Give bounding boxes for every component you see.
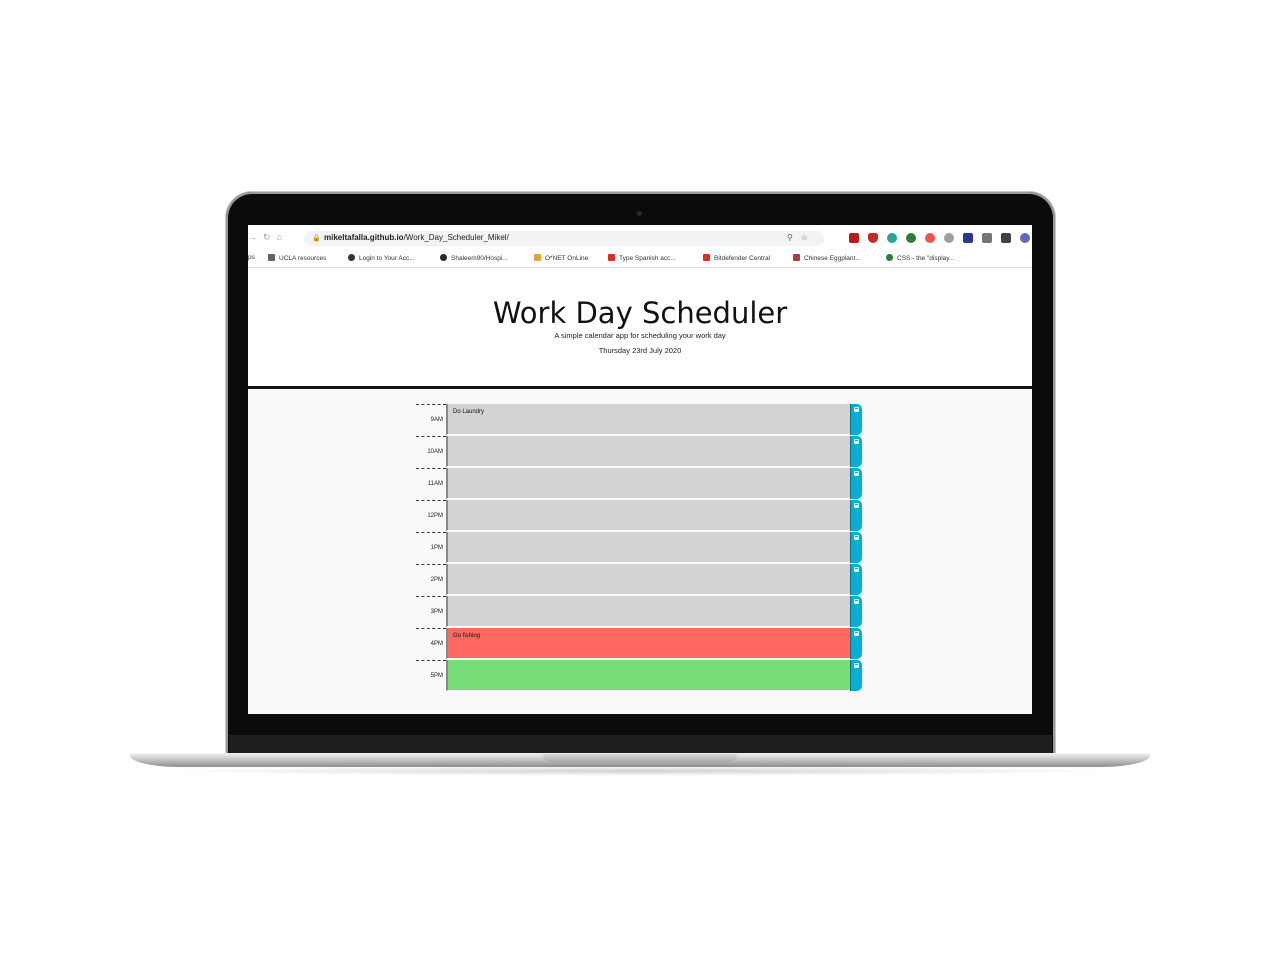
bookmark-item[interactable]: Shaleem90/Hospi...	[440, 254, 508, 262]
hour-label: 12PM	[416, 500, 446, 531]
address-bar[interactable]: 🔒 mikeltafalla.github.io/Work_Day_Schedu…	[304, 231, 824, 246]
screen: →↻⌂ 🔒 mikeltafalla.github.io/Work_Day_Sc…	[248, 225, 1032, 714]
time-block-row: 3PM	[416, 596, 863, 628]
header: Work Day Scheduler A simple calendar app…	[248, 268, 1032, 389]
event-textarea[interactable]	[446, 596, 850, 627]
extension-icon-3[interactable]	[887, 233, 897, 243]
shield-extension-icon[interactable]	[868, 233, 878, 243]
type-spanish-icon	[608, 254, 615, 261]
reload-icon[interactable]: ↻	[263, 232, 277, 242]
hour-label: 3PM	[416, 596, 446, 627]
event-textarea[interactable]	[446, 436, 850, 467]
save-button[interactable]	[850, 404, 862, 435]
laptop-chin	[229, 735, 1052, 755]
zoom-icon[interactable]: ⚲	[787, 233, 801, 242]
save-icon	[854, 535, 859, 540]
time-block-row: 4PM Go fishing	[416, 628, 863, 660]
star-icon[interactable]: ☆	[801, 233, 816, 242]
recipe-icon	[793, 254, 800, 261]
bookmark-item[interactable]: Bitdefender Central	[703, 254, 770, 262]
hour-label: 11AM	[416, 468, 446, 499]
laptop-shadow	[160, 766, 1120, 776]
event-textarea[interactable]	[446, 564, 850, 595]
hour-label: 10AM	[416, 436, 446, 467]
event-textarea[interactable]: Go fishing	[446, 628, 850, 659]
save-button[interactable]	[850, 500, 862, 531]
time-block-row: 10AM	[416, 436, 863, 468]
save-button[interactable]	[850, 660, 862, 691]
event-textarea[interactable]	[446, 532, 850, 563]
onet-icon	[534, 254, 541, 261]
hour-label: 2PM	[416, 564, 446, 595]
bookmark-item[interactable]: Type Spanish acc...	[608, 254, 676, 262]
forward-icon[interactable]: →	[248, 232, 263, 242]
bookmark-item[interactable]: ps	[248, 254, 255, 261]
time-block-row: 1PM	[416, 532, 863, 564]
extension-icon-5[interactable]	[925, 233, 935, 243]
extension-icon-6[interactable]	[944, 233, 954, 243]
time-block-row: 12PM	[416, 500, 863, 532]
css-icon	[886, 254, 893, 261]
time-block-row: 9AM Do Laundry	[416, 404, 863, 436]
camera-icon	[637, 211, 642, 216]
hour-label: 5PM	[416, 660, 446, 691]
event-textarea[interactable]: Do Laundry	[446, 404, 850, 435]
current-date: Thursday 23rd July 2020	[598, 346, 682, 355]
time-block-row: 11AM	[416, 468, 863, 500]
extension-icon-8[interactable]	[982, 233, 992, 243]
save-button[interactable]	[850, 596, 862, 627]
event-textarea[interactable]	[446, 500, 850, 531]
page-title: Work Day Scheduler	[492, 296, 788, 330]
bookmark-item[interactable]: UCLA resources	[268, 254, 326, 262]
time-block-row: 5PM	[416, 660, 863, 692]
save-button[interactable]	[850, 628, 862, 659]
browser-toolbar: →↻⌂ 🔒 mikeltafalla.github.io/Work_Day_Sc…	[248, 225, 1032, 251]
hour-label: 1PM	[416, 532, 446, 563]
bookmark-item[interactable]: Login to Your Acc...	[348, 254, 415, 262]
event-textarea[interactable]	[446, 660, 850, 691]
save-icon	[854, 663, 859, 668]
url-text[interactable]: mikeltafalla.github.io/Work_Day_Schedule…	[324, 233, 509, 242]
profile-avatar[interactable]	[1020, 233, 1030, 243]
laptop-notch	[543, 754, 737, 762]
globe-icon	[348, 254, 355, 261]
bookmark-item[interactable]: Chinese Eggplant...	[793, 254, 861, 262]
save-button[interactable]	[850, 468, 862, 499]
save-button[interactable]	[850, 436, 862, 467]
save-icon	[854, 599, 859, 604]
event-textarea[interactable]	[446, 468, 850, 499]
save-button[interactable]	[850, 564, 862, 595]
extension-icon-4[interactable]	[906, 233, 916, 243]
folder-icon	[268, 254, 275, 261]
url-path: /Work_Day_Scheduler_Mikel/	[403, 233, 509, 242]
bookmark-item[interactable]: CSS - the "display...	[886, 254, 954, 262]
save-icon	[854, 631, 859, 636]
time-block-row: 2PM	[416, 564, 863, 596]
url-domain: mikeltafalla.github.io	[324, 233, 404, 242]
schedule-container: 9AM Do Laundry 10AM 11AM 12PM 1PM 2PM 3P…	[248, 389, 1032, 714]
hour-label: 4PM	[416, 628, 446, 659]
save-icon	[854, 471, 859, 476]
page-subtitle: A simple calendar app for scheduling you…	[554, 331, 726, 340]
home-icon[interactable]: ⌂	[277, 232, 288, 242]
save-icon	[854, 567, 859, 572]
nav-buttons[interactable]: →↻⌂	[248, 232, 288, 243]
puzzle-icon[interactable]	[1001, 233, 1011, 243]
save-icon	[854, 439, 859, 444]
save-icon	[854, 407, 859, 412]
save-button[interactable]	[850, 532, 862, 563]
save-icon	[854, 503, 859, 508]
bitdefender-icon	[703, 254, 710, 261]
extension-icon-1[interactable]	[849, 233, 859, 243]
bookmark-item[interactable]: O*NET OnLine	[534, 254, 588, 262]
lock-icon: 🔒	[312, 235, 321, 242]
hour-label: 9AM	[416, 404, 446, 435]
bookmarks-bar: ps UCLA resources Login to Your Acc... S…	[248, 251, 1032, 268]
github-icon	[440, 254, 447, 261]
extension-icon-7[interactable]	[963, 233, 973, 243]
